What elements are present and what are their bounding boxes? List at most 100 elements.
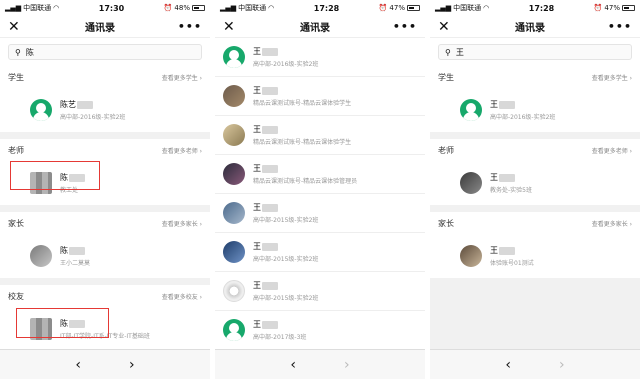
more-teachers-link[interactable]: 查看更多老师 › (162, 146, 202, 155)
list-item[interactable]: 王高中部-2017级-3班 (215, 311, 425, 350)
contact-sub: 高中部-2015级-实验2班 (253, 295, 319, 302)
contact-name: 王 (253, 281, 261, 290)
result-row[interactable]: 陈 IT部-IT学院-IT系-IT专业-IT基础班 (0, 307, 210, 351)
more-menu-button[interactable]: ••• (608, 20, 632, 33)
contact-name: 王 (253, 203, 261, 212)
result-row[interactable]: 王体验账号01测试 (430, 234, 640, 278)
more-students-link[interactable]: 查看更多学生 › (592, 73, 632, 82)
avatar (223, 46, 245, 68)
avatar (223, 319, 245, 341)
contact-sub: 精品云课测试账号-精品云课体验学生 (253, 100, 352, 107)
browser-footer: ‹ › (430, 349, 640, 379)
search-value: 王 (455, 47, 464, 57)
name-blur (262, 203, 278, 212)
battery-icon (406, 5, 420, 11)
battery-icon (621, 5, 635, 11)
alarm-icon: ⏰ (378, 4, 388, 12)
contact-name: 王 (253, 242, 261, 251)
close-button[interactable]: ✕ (223, 19, 237, 35)
screenshot-collage: ▂▄▆ 中国联通 ◠ 17:30 ⏰ 48% ✕ 通讯录 ••• ⚲ 陈 学生 查看更… (0, 0, 640, 379)
wifi-icon: ◠ (268, 4, 275, 12)
list-item[interactable]: 王高中部-2015级-实验2班 (215, 194, 425, 233)
result-row[interactable]: 陈教工处 (0, 161, 210, 205)
search-icon: ⚲ (15, 47, 21, 57)
more-parents-link[interactable]: 查看更多家长 › (162, 219, 202, 228)
section-label: 家长 (8, 218, 24, 228)
close-button[interactable]: ✕ (438, 19, 452, 35)
more-parents-link[interactable]: 查看更多家长 › (592, 219, 632, 228)
name-blur (262, 47, 278, 56)
list-item[interactable]: 王高中部-2015级-实验2班 (215, 272, 425, 311)
more-menu-button[interactable]: ••• (178, 20, 202, 33)
list-item[interactable]: 王精品云课测试账号-精品云课体验学生 (215, 77, 425, 116)
clock: 17:30 (98, 3, 125, 13)
result-row[interactable]: 陈王小二莫莫 (0, 234, 210, 278)
more-teachers-link[interactable]: 查看更多老师 › (592, 146, 632, 155)
result-row[interactable]: 陈艺 高中部-2016级-实验2班 (0, 88, 210, 132)
contact-sub: 高中部-2016级-实验2班 (253, 61, 319, 68)
battery-percent: 47% (389, 4, 405, 12)
avatar (460, 245, 482, 267)
back-button[interactable]: ‹ (290, 357, 296, 373)
name-blur (69, 246, 85, 255)
browser-footer: ‹ › (0, 349, 210, 379)
avatar (223, 85, 245, 107)
carrier: 中国联通 (238, 4, 267, 12)
phone-search-wang: ▂▄▆ 中国联通 ◠ 17:28 ⏰ 47% ✕ 通讯录 ••• ⚲ 王 学生 查看更… (430, 0, 640, 379)
section-parents: 家长 查看更多家长 › (430, 212, 640, 234)
forward-button[interactable]: › (559, 357, 565, 373)
back-button[interactable]: ‹ (75, 357, 81, 373)
name-blur (499, 173, 515, 182)
contact-sub: 高中部-2016级-实验2班 (60, 114, 126, 121)
search-icon: ⚲ (445, 47, 451, 57)
avatar (223, 202, 245, 224)
more-menu-button[interactable]: ••• (393, 20, 417, 33)
name-blur (262, 281, 278, 290)
signal-icon: ▂▄▆ (220, 4, 237, 12)
list-item[interactable]: 王高中部-2016级-实验2班 (215, 38, 425, 77)
avatar (30, 245, 52, 267)
browser-footer: ‹ › (215, 349, 425, 379)
name-blur (499, 246, 515, 255)
back-button[interactable]: ‹ (505, 357, 511, 373)
contact-name: 王 (490, 100, 498, 109)
search-input[interactable]: ⚲ 王 (438, 44, 632, 60)
list-item[interactable]: 王精品云课测试账号-精品云课体验管理员 (215, 155, 425, 194)
clock: 17:28 (313, 3, 340, 13)
contact-sub: 精品云课测试账号-精品云课体验学生 (253, 139, 352, 146)
highlight-box (10, 161, 100, 190)
section-label: 老师 (438, 145, 454, 155)
more-students-link[interactable]: 查看更多学生 › (162, 73, 202, 82)
section-parents: 家长 查看更多家长 › (0, 212, 210, 234)
nav-bar: ✕ 通讯录 ••• (0, 16, 210, 38)
forward-button[interactable]: › (344, 357, 350, 373)
alarm-icon: ⏰ (163, 4, 173, 12)
search-area: ⚲ 陈 (0, 38, 210, 66)
search-value: 陈 (25, 47, 34, 57)
signal-icon: ▂▄▆ (5, 4, 22, 12)
close-button[interactable]: ✕ (8, 19, 22, 35)
section-label: 家长 (438, 218, 454, 228)
search-input[interactable]: ⚲ 陈 (8, 44, 202, 60)
battery-icon (191, 5, 205, 11)
phone-list-wang: ▂▄▆ 中国联通 ◠ 17:28 ⏰ 47% ✕ 通讯录 ••• 王高中部-2016级… (215, 0, 425, 379)
contact-sub: 精品云课测试账号-精品云课体验管理员 (253, 178, 358, 185)
battery-percent: 48% (174, 4, 190, 12)
result-row[interactable]: 王高中部-2016级-实验2班 (430, 88, 640, 132)
result-row[interactable]: 王教务处-实验5班 (430, 161, 640, 205)
more-alumni-link[interactable]: 查看更多校友 › (162, 292, 202, 301)
carrier: 中国联通 (453, 4, 482, 12)
avatar (223, 163, 245, 185)
section-teachers: 老师 查看更多老师 › (430, 139, 640, 161)
list-item[interactable]: 王精品云课测试账号-精品云课体验学生 (215, 116, 425, 155)
section-students: 学生 查看更多学生 › (430, 66, 640, 88)
name-blur (262, 320, 278, 329)
clock: 17:28 (528, 3, 555, 13)
name-blur (262, 125, 278, 134)
forward-button[interactable]: › (129, 357, 135, 373)
signal-icon: ▂▄▆ (435, 4, 452, 12)
contact-name: 王 (253, 86, 261, 95)
section-alumni: 校友 查看更多校友 › (0, 285, 210, 307)
highlight-box (16, 308, 109, 338)
list-item[interactable]: 王高中部-2015级-实验2班 (215, 233, 425, 272)
